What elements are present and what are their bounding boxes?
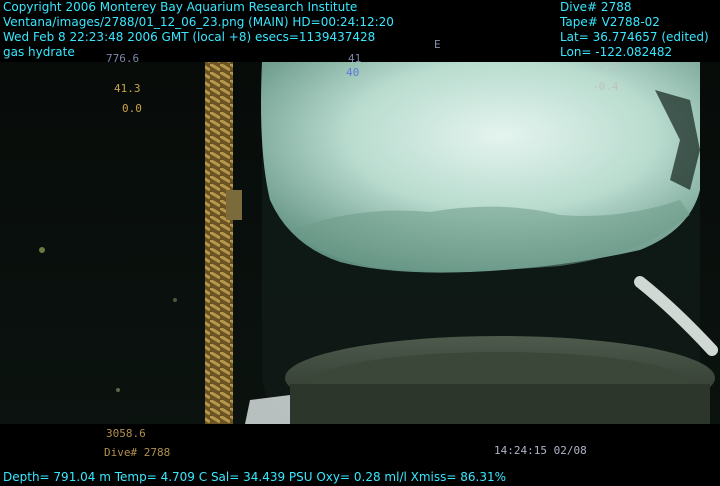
hud-compass-value: 40 xyxy=(346,66,360,79)
hud-bottom-depth: 3058.6 xyxy=(106,427,146,440)
hud-right-top: -7.1 xyxy=(592,60,619,73)
hud-bottom-dive: Dive# 2788 xyxy=(104,446,171,459)
copyright-text: Copyright 2006 Monterey Bay Aquarium Res… xyxy=(3,0,358,14)
hud-roll: 0.0 xyxy=(122,102,142,115)
image-path-text: Ventana/images/2788/01_12_06_23.png (MAI… xyxy=(3,15,394,29)
latitude: Lat= 36.774657 (edited) xyxy=(560,30,709,44)
hud-bottom-time: 14:24:15 02/08 xyxy=(494,444,587,457)
hud-pitch: 41.3 xyxy=(114,82,141,95)
particle xyxy=(39,247,45,253)
hud-heading: 776.6 xyxy=(106,52,140,65)
subject-text: gas hydrate xyxy=(3,45,75,59)
longitude: Lon= -122.082482 xyxy=(560,45,673,59)
threaded-rod xyxy=(205,62,233,424)
hud-compass-tick: 41 xyxy=(348,52,362,65)
rod-bracket xyxy=(226,190,242,220)
hud-right-second: -0.4 xyxy=(592,80,619,93)
cylinder-base-lower xyxy=(290,384,710,424)
sensor-readout: Depth= 791.04 m Temp= 4.709 C Sal= 34.43… xyxy=(3,470,507,484)
particle xyxy=(173,298,177,302)
particle xyxy=(116,388,120,392)
dive-number: Dive# 2788 xyxy=(560,0,632,14)
tape-number: Tape# V2788-02 xyxy=(560,15,660,29)
datetime-text: Wed Feb 8 22:23:48 2006 GMT (local +8) e… xyxy=(3,30,376,44)
hud-compass-letter: E xyxy=(434,38,441,51)
